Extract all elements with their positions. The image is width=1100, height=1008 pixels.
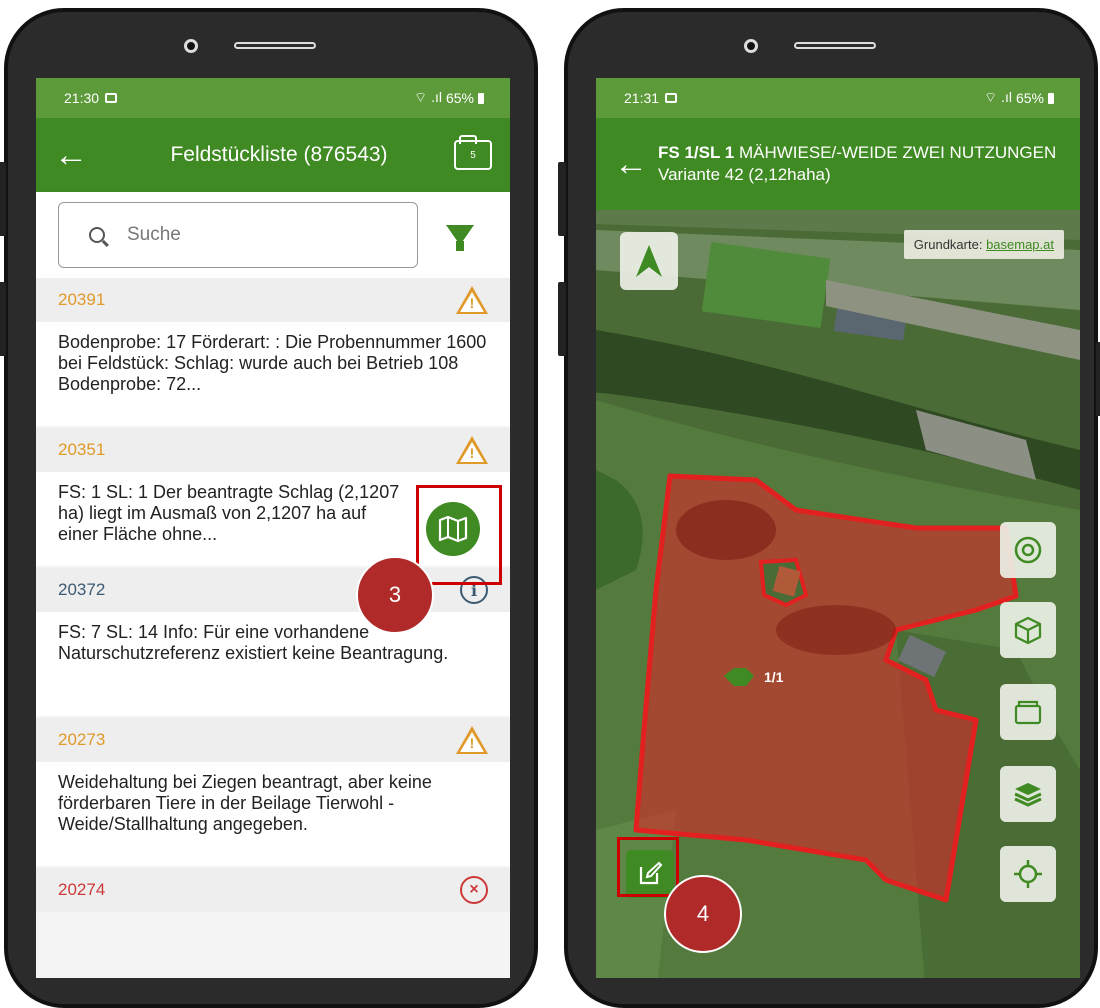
cube-glyph <box>1014 616 1042 645</box>
image-icon <box>105 93 118 103</box>
message-text: Bodenprobe: 17 Förderart: : Die Probennu… <box>58 332 487 394</box>
list-item[interactable]: FS: 7 SL: 14 Info: Für eine vorhandene N… <box>36 612 510 716</box>
folder-icon[interactable] <box>1000 684 1056 740</box>
folder-count: 5 <box>470 149 476 161</box>
error-icon: × <box>460 876 488 904</box>
search-placeholder: Suche <box>127 224 181 245</box>
message-text: Weidehaltung bei Ziegen beantragt, aber … <box>58 772 432 834</box>
side-button <box>0 282 6 356</box>
locate-icon[interactable] <box>1000 846 1056 902</box>
step-number: 4 <box>696 901 710 926</box>
list-item-header[interactable]: 20273 ! <box>36 718 510 762</box>
layers-icon[interactable] <box>1000 766 1056 822</box>
speaker <box>234 42 316 49</box>
warning-icon: ! <box>456 726 488 754</box>
map-attribution: Grundkarte: basemap.at <box>903 230 1064 259</box>
side-button <box>0 162 6 236</box>
message-text: FS: 1 SL: 1 Der beantragte Schlag (2,120… <box>58 482 400 544</box>
step-number: 3 <box>388 582 402 607</box>
side-button <box>558 162 566 236</box>
highlight-box <box>617 837 679 897</box>
battery-icon <box>478 92 484 104</box>
image-icon <box>665 93 678 103</box>
wifi-icon: ⌔ .ıl <box>414 89 442 105</box>
message-code: 20391 <box>58 290 106 309</box>
title-parcel: FS 1/SL 1 <box>658 143 735 162</box>
message-code: 20372 <box>58 580 106 599</box>
highlight-box <box>416 485 502 585</box>
status-time: 21:31 <box>624 90 660 106</box>
search-input[interactable]: Suche <box>58 202 418 268</box>
folder-icon[interactable]: 5 <box>454 135 492 170</box>
list-item-header[interactable]: 20351 ! <box>36 428 510 472</box>
app-bar: ← FS 1/SL 1 MÄHWIESE/-WEIDE ZWEI NUTZUNG… <box>596 118 1080 210</box>
speaker <box>794 42 876 49</box>
arrow-left-icon[interactable]: ← <box>614 147 650 181</box>
page-title: Feldstückliste (876543) <box>170 143 388 166</box>
layers-glyph <box>1014 783 1042 807</box>
status-time: 21:30 <box>64 90 100 106</box>
target-glyph <box>1014 536 1042 564</box>
message-code: 20351 <box>58 440 106 459</box>
list-item-header[interactable]: 20391 ! <box>36 278 510 322</box>
step-badge: 3 <box>356 556 434 634</box>
folder-glyph <box>1014 700 1042 725</box>
attribution-label: Grundkarte: <box>913 237 987 252</box>
wifi-icon: ⌔ .ıl <box>984 89 1012 105</box>
locate-glyph <box>1014 860 1042 888</box>
step-badge: 4 <box>664 875 742 953</box>
list-item-header[interactable]: 20274 × <box>36 868 510 912</box>
attribution-link[interactable]: basemap.at <box>986 237 1054 252</box>
app-bar: ← Feldstückliste (876543) 5 <box>36 118 510 192</box>
side-button <box>1096 342 1100 416</box>
compass-arrow <box>636 245 662 277</box>
message-code: 20274 <box>58 880 106 899</box>
list-item[interactable]: Weidehaltung bei Ziegen beantragt, aber … <box>36 762 510 866</box>
arrow-left-icon[interactable]: ← <box>54 138 104 172</box>
cube-icon[interactable] <box>1000 602 1056 658</box>
filter-icon[interactable] <box>446 225 474 251</box>
battery-level: 65% <box>1015 90 1044 106</box>
camera <box>744 39 758 53</box>
compass-icon[interactable] <box>620 232 678 290</box>
page-title: FS 1/SL 1 MÄHWIESE/-WEIDE ZWEI NUTZUNGEN… <box>650 142 1062 186</box>
camera <box>184 39 198 53</box>
message-list: 20391 ! Bodenprobe: 17 Förderart: : Die … <box>36 278 510 912</box>
side-button <box>558 282 566 356</box>
parcel-label: 1/1 <box>764 669 784 685</box>
battery-level: 65% <box>445 90 474 106</box>
warning-icon: ! <box>456 436 488 464</box>
status-bar: 21:30 ⌔ .ıl 65% <box>36 78 510 118</box>
search-row: Suche <box>36 192 510 278</box>
battery-icon <box>1048 92 1054 104</box>
message-code: 20273 <box>58 730 106 749</box>
search-icon <box>89 227 105 243</box>
list-item[interactable]: Bodenprobe: 17 Förderart: : Die Probennu… <box>36 322 510 426</box>
target-icon[interactable] <box>1000 522 1056 578</box>
status-bar: 21:31 ⌔ .ıl 65% <box>596 78 1080 118</box>
warning-icon: ! <box>456 286 488 314</box>
